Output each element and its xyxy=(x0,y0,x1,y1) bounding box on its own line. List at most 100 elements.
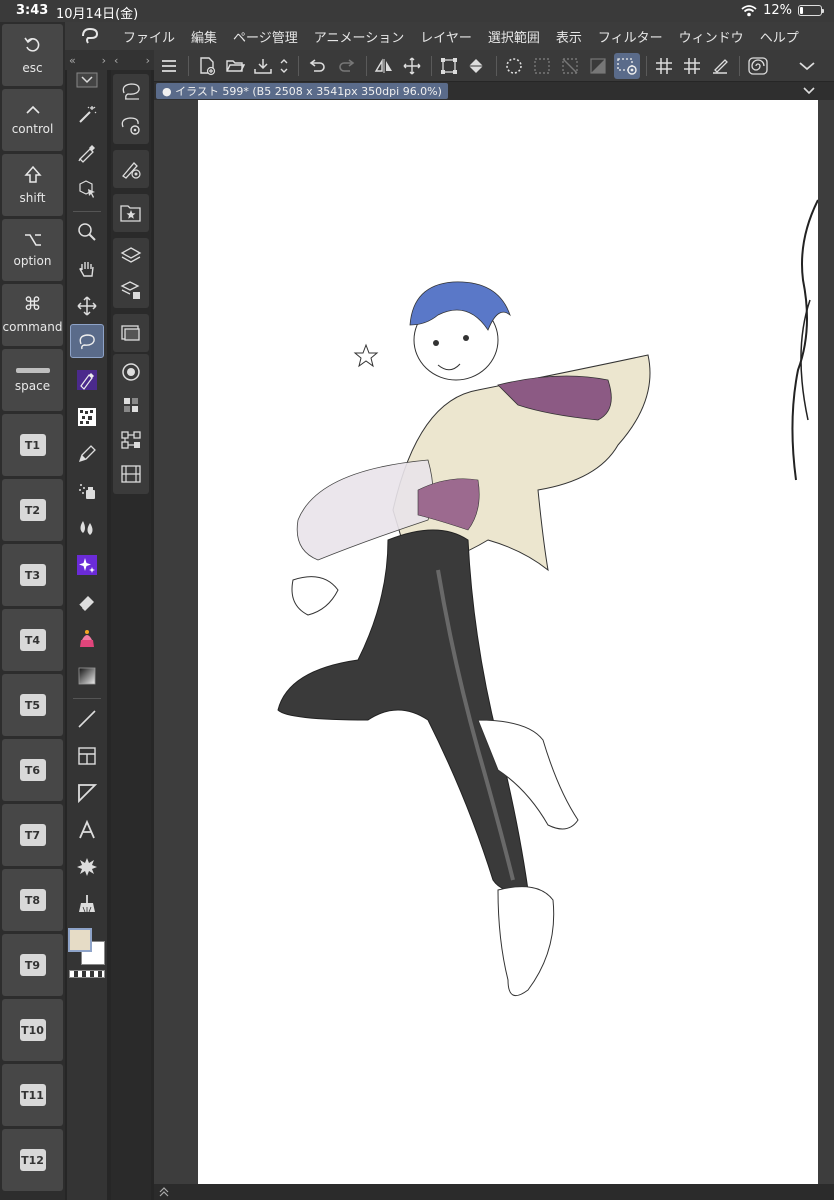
tool-ruler[interactable] xyxy=(70,776,104,810)
deselect-button[interactable] xyxy=(557,53,583,79)
select-all-button[interactable] xyxy=(529,53,555,79)
t2-key[interactable]: T2 xyxy=(2,479,63,541)
menu-file[interactable]: ファイル xyxy=(115,27,183,46)
canvas-area[interactable] xyxy=(154,100,834,1184)
option-key[interactable]: option xyxy=(2,219,63,281)
tool-zoom[interactable] xyxy=(70,215,104,249)
brush-size-button[interactable] xyxy=(117,155,145,183)
collapse-left-icon[interactable]: ‹ xyxy=(114,54,118,67)
t4-key[interactable]: T4 xyxy=(2,609,63,671)
transparent-color-swatch[interactable] xyxy=(69,970,105,978)
tool-hand[interactable] xyxy=(70,252,104,286)
tool-brush-sparkle[interactable] xyxy=(70,548,104,582)
companion-button[interactable] xyxy=(745,53,771,79)
tool-lasso[interactable] xyxy=(70,324,104,358)
subtool-palette-button[interactable] xyxy=(117,78,145,106)
t1-key[interactable]: T1 xyxy=(2,414,63,476)
tool-palette-dropdown[interactable] xyxy=(70,70,104,90)
tool-object[interactable] xyxy=(70,172,104,206)
save-button[interactable] xyxy=(250,53,276,79)
tool-fill[interactable] xyxy=(70,622,104,656)
invert-selection-button[interactable] xyxy=(585,53,611,79)
selection-launcher-button[interactable] xyxy=(501,53,527,79)
expand-right-icon[interactable]: › xyxy=(102,54,106,67)
tool-frame[interactable] xyxy=(70,739,104,773)
t2-key-label: T2 xyxy=(19,499,46,521)
menu-animation[interactable]: アニメーション xyxy=(306,27,412,46)
color-wheel-button[interactable] xyxy=(117,358,145,386)
collapse-left-icon[interactable]: « xyxy=(69,54,76,67)
tool-airbrush[interactable] xyxy=(70,474,104,508)
t6-key[interactable]: T6 xyxy=(2,739,63,801)
transform-button[interactable] xyxy=(399,53,425,79)
expand-up-icon[interactable] xyxy=(158,1186,170,1198)
color-set-button[interactable] xyxy=(117,392,145,420)
sub-view-button[interactable] xyxy=(117,426,145,454)
open-button[interactable] xyxy=(222,53,248,79)
save-options-button[interactable] xyxy=(276,53,292,79)
control-key[interactable]: control xyxy=(2,89,63,151)
redo-button[interactable] xyxy=(334,53,360,79)
tool-pencil[interactable] xyxy=(70,437,104,471)
main-color-swatch[interactable] xyxy=(68,928,92,952)
option-key-label: option xyxy=(13,254,52,268)
undo-button[interactable] xyxy=(304,53,330,79)
crop-button[interactable] xyxy=(436,53,462,79)
timeline-button[interactable] xyxy=(117,460,145,488)
layer-property-button[interactable] xyxy=(117,276,145,304)
canvas-paper[interactable] xyxy=(198,100,819,1184)
selection-settings-button[interactable] xyxy=(614,53,640,79)
t5-key[interactable]: T5 xyxy=(2,674,63,736)
tool-pen[interactable] xyxy=(70,363,104,397)
esc-key[interactable]: esc xyxy=(2,24,63,86)
tool-property-button[interactable] xyxy=(117,112,145,140)
clip-studio-logo-icon[interactable] xyxy=(65,27,115,45)
layer-property-icon xyxy=(120,281,140,299)
tool-correction[interactable] xyxy=(70,887,104,921)
navigator-button[interactable] xyxy=(117,319,145,347)
palette-bar xyxy=(111,70,151,1200)
snap-ruler-button[interactable] xyxy=(707,53,733,79)
space-key[interactable]: space xyxy=(2,349,63,411)
t12-key[interactable]: T12 xyxy=(2,1129,63,1191)
flip-horizontal-button[interactable] xyxy=(371,53,397,79)
fill-button[interactable] xyxy=(464,53,490,79)
tool-move-layer[interactable] xyxy=(70,289,104,323)
document-tab[interactable]: ● イラスト 599* (B5 2508 x 3541px 350dpi 96.… xyxy=(156,83,448,99)
tool-balloon[interactable] xyxy=(70,850,104,884)
material-button[interactable] xyxy=(117,199,145,227)
t7-key[interactable]: T7 xyxy=(2,804,63,866)
menu-page[interactable]: ページ管理 xyxy=(225,27,306,46)
tool-figure[interactable] xyxy=(70,702,104,736)
chevron-down-icon xyxy=(799,62,815,71)
tool-eyedropper[interactable] xyxy=(70,135,104,169)
layer-button[interactable] xyxy=(117,242,145,270)
expand-right-icon[interactable]: › xyxy=(146,54,150,67)
main-menu-button[interactable] xyxy=(156,53,182,79)
tool-text[interactable] xyxy=(70,813,104,847)
shift-key[interactable]: shift xyxy=(2,154,63,216)
menu-view[interactable]: 表示 xyxy=(548,27,590,46)
t8-key[interactable]: T8 xyxy=(2,869,63,931)
command-bar-collapse-button[interactable] xyxy=(794,53,820,79)
tool-auto-select[interactable] xyxy=(70,98,104,132)
command-key[interactable]: ⌘ command xyxy=(2,284,63,346)
grid-button[interactable] xyxy=(651,53,677,79)
t11-key[interactable]: T11 xyxy=(2,1064,63,1126)
menu-help[interactable]: ヘルプ xyxy=(752,27,807,46)
menu-window[interactable]: ウィンドウ xyxy=(671,27,752,46)
menu-layer[interactable]: レイヤー xyxy=(412,27,480,46)
t3-key[interactable]: T3 xyxy=(2,544,63,606)
tool-eraser[interactable] xyxy=(70,585,104,619)
t10-key[interactable]: T10 xyxy=(2,999,63,1061)
menu-edit[interactable]: 編集 xyxy=(183,27,225,46)
tool-gradient[interactable] xyxy=(70,659,104,693)
tool-decoration[interactable] xyxy=(70,400,104,434)
menu-selection[interactable]: 選択範囲 xyxy=(480,27,548,46)
chevron-down-icon[interactable] xyxy=(802,86,816,96)
t9-key[interactable]: T9 xyxy=(2,934,63,996)
tool-blend[interactable] xyxy=(70,511,104,545)
new-document-button[interactable] xyxy=(194,53,220,79)
ruler-grid-button[interactable] xyxy=(679,53,705,79)
menu-filter[interactable]: フィルター xyxy=(590,27,671,46)
